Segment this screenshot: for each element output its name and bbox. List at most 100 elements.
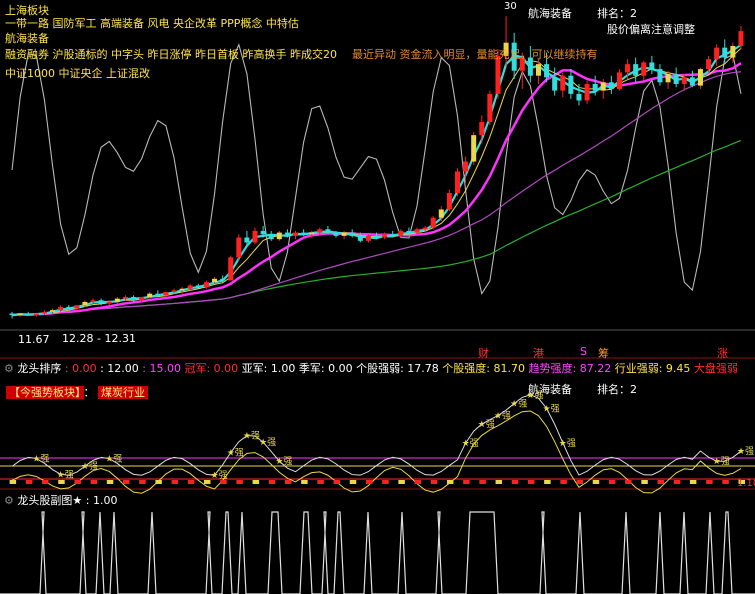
candle-body xyxy=(9,313,15,316)
middle-bar xyxy=(25,480,33,484)
candle-body xyxy=(244,237,250,243)
candle-body xyxy=(398,230,404,236)
candle-body xyxy=(697,69,703,86)
sector-name: 航海装备 xyxy=(528,7,572,20)
candle-body xyxy=(293,232,299,236)
middle-bar xyxy=(641,480,648,484)
leader-rank-v3: : 15.00 xyxy=(142,362,181,375)
candle-body xyxy=(657,69,663,83)
middle-bar xyxy=(365,480,373,484)
candle-body xyxy=(714,47,720,60)
price-high-label: 30 xyxy=(504,1,517,12)
candle-body xyxy=(114,298,120,302)
candle-body xyxy=(252,230,258,243)
settings-gear-icon[interactable]: ⚙ xyxy=(4,362,14,375)
candle-body xyxy=(681,77,687,84)
candle-body xyxy=(665,74,671,83)
candle-body xyxy=(203,282,209,288)
middle-bar xyxy=(430,480,438,484)
strong-star-marker: ★强 xyxy=(32,453,49,464)
candle-body xyxy=(74,305,80,309)
candle-body xyxy=(560,75,566,91)
middle-bar xyxy=(479,480,486,484)
candle-body xyxy=(82,301,88,306)
middle-bar xyxy=(74,480,81,484)
strong-star-marker: ★强 xyxy=(462,438,479,449)
strong-sector-tag: 【今强势板块】 xyxy=(6,386,84,399)
candle-body xyxy=(58,306,64,311)
candle-body xyxy=(633,64,639,76)
event-marker-s: S xyxy=(580,345,587,358)
middle-bar xyxy=(706,480,713,484)
candle-body xyxy=(66,306,72,309)
candle-body xyxy=(33,313,39,316)
candle-body xyxy=(706,59,712,70)
candle-body xyxy=(171,290,177,293)
candle-body xyxy=(349,232,355,236)
candle-body xyxy=(608,82,614,89)
sector-line-2: 一带一路 国防军工 高端装备 风电 央企改革 PPP概念 中特估 xyxy=(5,17,299,30)
strong-star-marker: ★强 xyxy=(227,448,244,459)
candle-body xyxy=(414,229,420,233)
candle-body xyxy=(689,77,695,86)
candle-body xyxy=(301,232,307,235)
fund-flow-note: 最近异动 资金流入明显，量能充足，可以继续持有 xyxy=(352,48,598,61)
ma-3-line xyxy=(11,43,742,317)
middle-bar xyxy=(139,480,146,484)
middle-bar xyxy=(722,480,729,484)
strong-star-marker: ★强 xyxy=(81,461,98,472)
candle-body xyxy=(430,217,436,228)
deviation-alert: 股价偏离注意调整 xyxy=(607,23,695,36)
candle-body xyxy=(454,171,460,193)
strong-star-marker: ★强 xyxy=(243,431,260,442)
middle-bar xyxy=(155,480,162,484)
candle-body xyxy=(625,64,631,73)
candle-body xyxy=(365,235,371,241)
middle-bar xyxy=(657,480,665,484)
stock-weak-value: 个股强弱: 17.78 xyxy=(356,362,439,375)
strong-star-marker: ★强 xyxy=(737,446,754,457)
middle-bar xyxy=(284,480,292,484)
strong-sector-row: 【今强势板块】： 煤炭行业 xyxy=(6,384,148,400)
strong-star-marker: ★强 xyxy=(259,437,276,448)
middle-bar xyxy=(90,480,98,484)
middle-bar xyxy=(106,480,114,484)
third-value: 季军: 0.00 xyxy=(298,362,353,375)
leader-rank-v1: : 0.00 xyxy=(64,362,97,375)
middle-bar xyxy=(689,480,697,484)
ma-60-line xyxy=(11,139,742,316)
middle-rank-label: 排名：2 xyxy=(597,383,637,396)
candle-body xyxy=(260,230,266,235)
middle-bar xyxy=(382,480,389,484)
stock-strength-value: 个股强度: 81.70 xyxy=(442,362,525,375)
market-strength-value: 大盘强弱 xyxy=(693,362,738,375)
candle-body xyxy=(163,292,169,296)
event-marker-cai: 财 xyxy=(478,347,489,360)
candle-body xyxy=(212,278,218,283)
candle-body xyxy=(463,161,469,172)
settings-gear-icon-2[interactable]: ⚙ xyxy=(4,494,14,507)
strong-star-marker: ★强 xyxy=(543,403,560,414)
bottom-panel-header: ⚙ 龙头股副图★ : 1.00 xyxy=(4,492,117,508)
candle-body xyxy=(673,74,679,84)
candle-body xyxy=(406,230,412,233)
bottom-pulse-line xyxy=(0,511,755,594)
middle-bar xyxy=(203,480,211,484)
middle-bar xyxy=(592,480,600,484)
candle-body xyxy=(268,234,274,240)
strong-star-marker: ★强 xyxy=(713,456,730,467)
ma-30-line xyxy=(11,71,742,316)
candle-body xyxy=(600,82,606,91)
middle-bar xyxy=(9,480,17,484)
industry-strength-value: 行业强弱: 9.45 xyxy=(614,362,691,375)
candle-body xyxy=(17,313,23,316)
price-low-label: 11.67 xyxy=(18,333,50,346)
candle-body xyxy=(139,296,145,301)
trend-strength-value: 趋势强度: 87.22 xyxy=(528,362,612,375)
candle-body xyxy=(333,232,339,236)
middle-bar xyxy=(58,480,65,484)
candle-body xyxy=(616,72,622,89)
middle-bottom-value: 1.10 xyxy=(737,478,755,489)
middle-bar xyxy=(625,480,632,484)
middle-bar xyxy=(576,480,584,484)
